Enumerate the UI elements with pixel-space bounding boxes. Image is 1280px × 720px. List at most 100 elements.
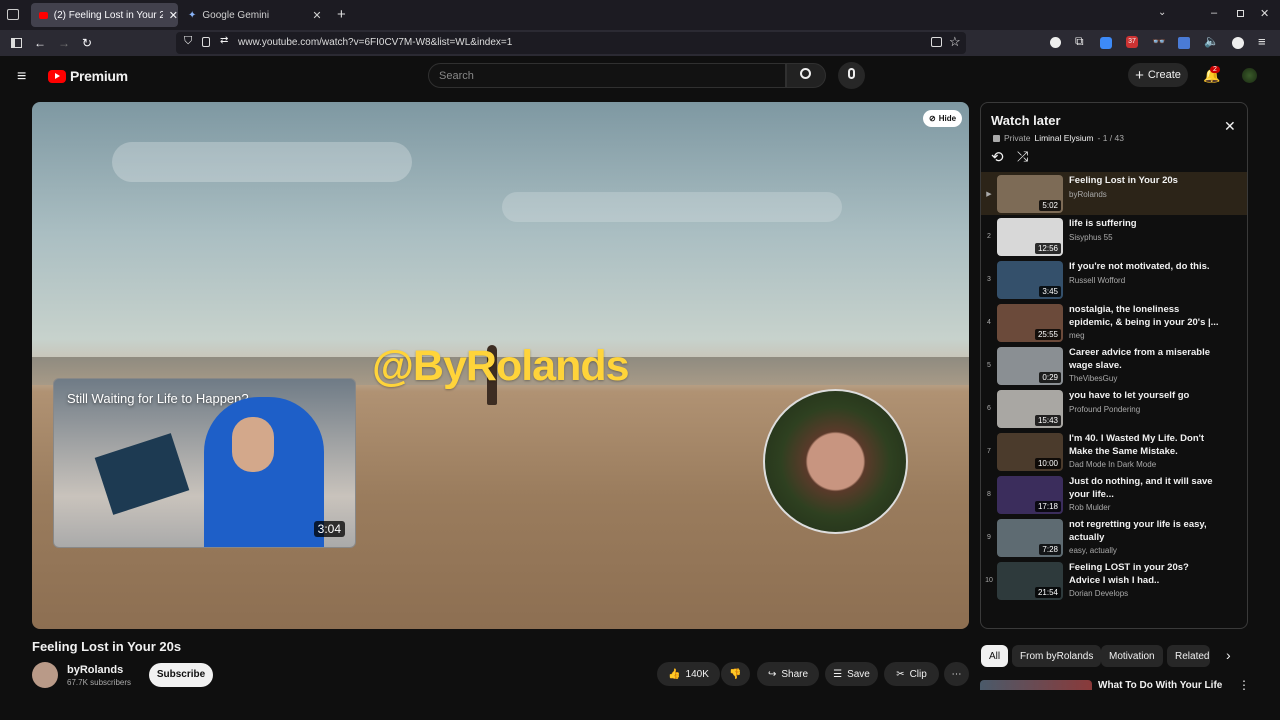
logo-text: Premium bbox=[70, 68, 128, 84]
forward-icon[interactable]: → bbox=[58, 30, 70, 56]
playlist-item[interactable]: 10 21:54 Feeling LOST in your 20s? Advice … bbox=[981, 559, 1247, 602]
save-button[interactable]: ☰ Save bbox=[825, 662, 878, 686]
minimize-icon[interactable]: – bbox=[1211, 7, 1217, 19]
channel-avatar[interactable] bbox=[32, 662, 58, 688]
tab-youtube[interactable]: (2) Feeling Lost in Your 20s ✕ bbox=[31, 3, 178, 27]
playlist-item-title[interactable]: you have to let yourself go bbox=[1069, 389, 1219, 402]
playlist-item[interactable]: 9 7:28 not regretting your life is easy, a… bbox=[981, 516, 1247, 559]
playlist-item-thumbnail[interactable]: 10:00 bbox=[997, 433, 1063, 471]
back-icon[interactable]: ← bbox=[34, 30, 46, 56]
next-video-thumbnail[interactable] bbox=[980, 680, 1092, 690]
watch-later-panel: Watch later ✕ Private Liminal Elysium - … bbox=[980, 102, 1248, 629]
playlist-item-title[interactable]: Just do nothing, and it will save your l… bbox=[1069, 475, 1219, 501]
extension-badge-icon[interactable]: 37 bbox=[1126, 36, 1138, 48]
playlist-item-title[interactable]: Feeling Lost in Your 20s bbox=[1069, 174, 1219, 187]
next-video-title[interactable]: What To Do With Your Life bbox=[1098, 680, 1222, 691]
new-tab-icon[interactable]: + bbox=[337, 6, 346, 23]
playlist-item[interactable]: 5 0:29 Career advice from a miserable wage… bbox=[981, 344, 1247, 387]
playlist-item-thumbnail[interactable]: 5:02 bbox=[997, 175, 1063, 213]
reload-icon[interactable]: ↻ bbox=[82, 30, 92, 56]
video-player[interactable]: @ByRolands ⊘ Hide Still Waiting for Life… bbox=[32, 102, 969, 629]
hide-button[interactable]: ⊘ Hide bbox=[923, 110, 963, 127]
playlist-item-duration: 0:29 bbox=[1039, 372, 1061, 383]
playlist-item-thumbnail[interactable]: 17:18 bbox=[997, 476, 1063, 514]
chip-related[interactable]: Related bbox=[1167, 645, 1210, 667]
playlist-item-thumbnail[interactable]: 21:54 bbox=[997, 562, 1063, 600]
playlist-item-channel: TheVibesGuy bbox=[1069, 374, 1118, 383]
extension-glasses-icon[interactable]: 👓 bbox=[1152, 35, 1166, 48]
youtube-page: ≡ Premium Search + Create 🔔 2 @ByRolands… bbox=[0, 56, 1280, 720]
extension-blue-icon[interactable] bbox=[1100, 37, 1112, 49]
chip-from-channel[interactable]: From byRolands bbox=[1012, 645, 1102, 667]
playlist-item-thumbnail[interactable]: 3:45 bbox=[997, 261, 1063, 299]
like-button[interactable]: 👍 140K bbox=[657, 662, 720, 686]
extension-pacman-icon[interactable] bbox=[1232, 37, 1244, 49]
next-video-menu-icon[interactable]: ⋮ bbox=[1238, 678, 1250, 692]
playlist-meta: Private Liminal Elysium - 1 / 43 bbox=[993, 133, 1124, 143]
extension-dark-reader-icon[interactable] bbox=[1050, 37, 1061, 48]
playlist-item-title[interactable]: If you're not motivated, do this. bbox=[1069, 260, 1219, 273]
playlist-item[interactable]: 7 10:00 I'm 40. I Wasted My Life. Don't Ma… bbox=[981, 430, 1247, 473]
create-button[interactable]: + Create bbox=[1128, 63, 1188, 87]
search-button[interactable] bbox=[786, 63, 826, 88]
sidebar-toggle-icon[interactable] bbox=[11, 38, 22, 48]
more-actions-button[interactable]: ⋯ bbox=[944, 662, 969, 686]
tab-close-icon[interactable]: ✕ bbox=[169, 9, 178, 22]
playlist-item-thumbnail[interactable]: 25:55 bbox=[997, 304, 1063, 342]
guide-menu-icon[interactable]: ≡ bbox=[17, 68, 26, 86]
share-button[interactable]: ↪ Share bbox=[757, 662, 819, 686]
playlist-title[interactable]: Watch later bbox=[991, 113, 1061, 128]
playlist-item-thumbnail[interactable]: 15:43 bbox=[997, 390, 1063, 428]
playlist-item-thumbnail[interactable]: 7:28 bbox=[997, 519, 1063, 557]
playlist-item-title[interactable]: not regretting your life is easy, actual… bbox=[1069, 518, 1219, 544]
playlist-item-title[interactable]: nostalgia, the loneliness epidemic, & be… bbox=[1069, 303, 1219, 329]
tab-gemini[interactable]: ✦ Google Gemini ✕ bbox=[180, 3, 328, 27]
avatar[interactable] bbox=[1242, 68, 1257, 83]
extension-audio-icon[interactable]: 🔈 bbox=[1204, 34, 1219, 48]
playlist-item-thumbnail[interactable]: 0:29 bbox=[997, 347, 1063, 385]
playlist-privacy: Private bbox=[1004, 133, 1031, 143]
playlist-item[interactable]: 2 12:56 life is suffering Sisyphus 55 bbox=[981, 215, 1247, 258]
thumbs-down-icon: 👎 bbox=[729, 668, 742, 680]
playlist-item[interactable]: 8 17:18 Just do nothing, and it will save … bbox=[981, 473, 1247, 516]
playlist-owner[interactable]: Liminal Elysium bbox=[1034, 133, 1093, 143]
close-panel-icon[interactable]: ✕ bbox=[1224, 118, 1236, 135]
playlist-item-thumbnail[interactable]: 12:56 bbox=[997, 218, 1063, 256]
extension-translate-icon[interactable] bbox=[1178, 37, 1190, 49]
search-input[interactable]: Search bbox=[428, 63, 786, 88]
subscribe-button[interactable]: Subscribe bbox=[149, 663, 213, 687]
playlist-item-title[interactable]: life is suffering bbox=[1069, 217, 1219, 230]
playlist-item[interactable]: 4 25:55 nostalgia, the loneliness epidemic… bbox=[981, 301, 1247, 344]
chips-next-icon[interactable]: › bbox=[1226, 647, 1231, 663]
reader-view-icon[interactable] bbox=[931, 37, 942, 47]
playlist-item[interactable]: ▶ 5:02 Feeling Lost in Your 20s byRolands bbox=[981, 172, 1247, 215]
close-window-icon[interactable]: ✕ bbox=[1260, 7, 1269, 20]
tab-close-icon[interactable]: ✕ bbox=[312, 9, 321, 22]
video-title: Feeling Lost in Your 20s bbox=[32, 639, 182, 654]
shuffle-icon[interactable]: ⤮ bbox=[1017, 148, 1028, 165]
url-bar[interactable]: ⛉ ⇄ www.youtube.com/watch?v=6FI0CV7M-W8&… bbox=[176, 32, 966, 54]
tab-list-icon[interactable] bbox=[7, 9, 19, 20]
playlist-item[interactable]: 6 15:43 you have to let yourself go Profoun… bbox=[981, 387, 1247, 430]
create-label: Create bbox=[1147, 69, 1181, 81]
chip-motivation[interactable]: Motivation bbox=[1101, 645, 1163, 667]
channel-name[interactable]: byRolands bbox=[67, 664, 123, 676]
dislike-button[interactable]: 👎 bbox=[721, 662, 750, 686]
menu-hamburger-icon[interactable]: ≡ bbox=[1258, 34, 1266, 49]
playlist-item[interactable]: 3 3:45 If you're not motivated, do this. Ru… bbox=[981, 258, 1247, 301]
permissions-icon[interactable]: ⇄ bbox=[220, 35, 228, 46]
chip-all[interactable]: All bbox=[981, 645, 1009, 667]
channel-avatar-circle[interactable] bbox=[763, 389, 908, 534]
playlist-item-title[interactable]: Feeling LOST in your 20s? Advice I wish … bbox=[1069, 561, 1219, 587]
extensions-puzzle-icon[interactable]: ⧉ bbox=[1075, 34, 1084, 49]
youtube-logo[interactable]: Premium bbox=[48, 68, 128, 84]
end-screen-video-card[interactable]: Still Waiting for Life to Happen? 3:04 bbox=[53, 378, 356, 548]
playlist-item-title[interactable]: Career advice from a miserable wage slav… bbox=[1069, 346, 1219, 372]
bookmark-star-icon[interactable]: ☆ bbox=[949, 34, 961, 50]
maximize-icon[interactable] bbox=[1237, 10, 1244, 17]
voice-search-button[interactable] bbox=[838, 62, 865, 89]
tab-overflow-chevron-icon[interactable]: ⌄ bbox=[1158, 7, 1166, 18]
loop-icon[interactable]: ⟲ bbox=[991, 148, 1004, 166]
clip-button[interactable]: ✂ Clip bbox=[884, 662, 939, 686]
playlist-item-title[interactable]: I'm 40. I Wasted My Life. Don't Make the… bbox=[1069, 432, 1219, 458]
